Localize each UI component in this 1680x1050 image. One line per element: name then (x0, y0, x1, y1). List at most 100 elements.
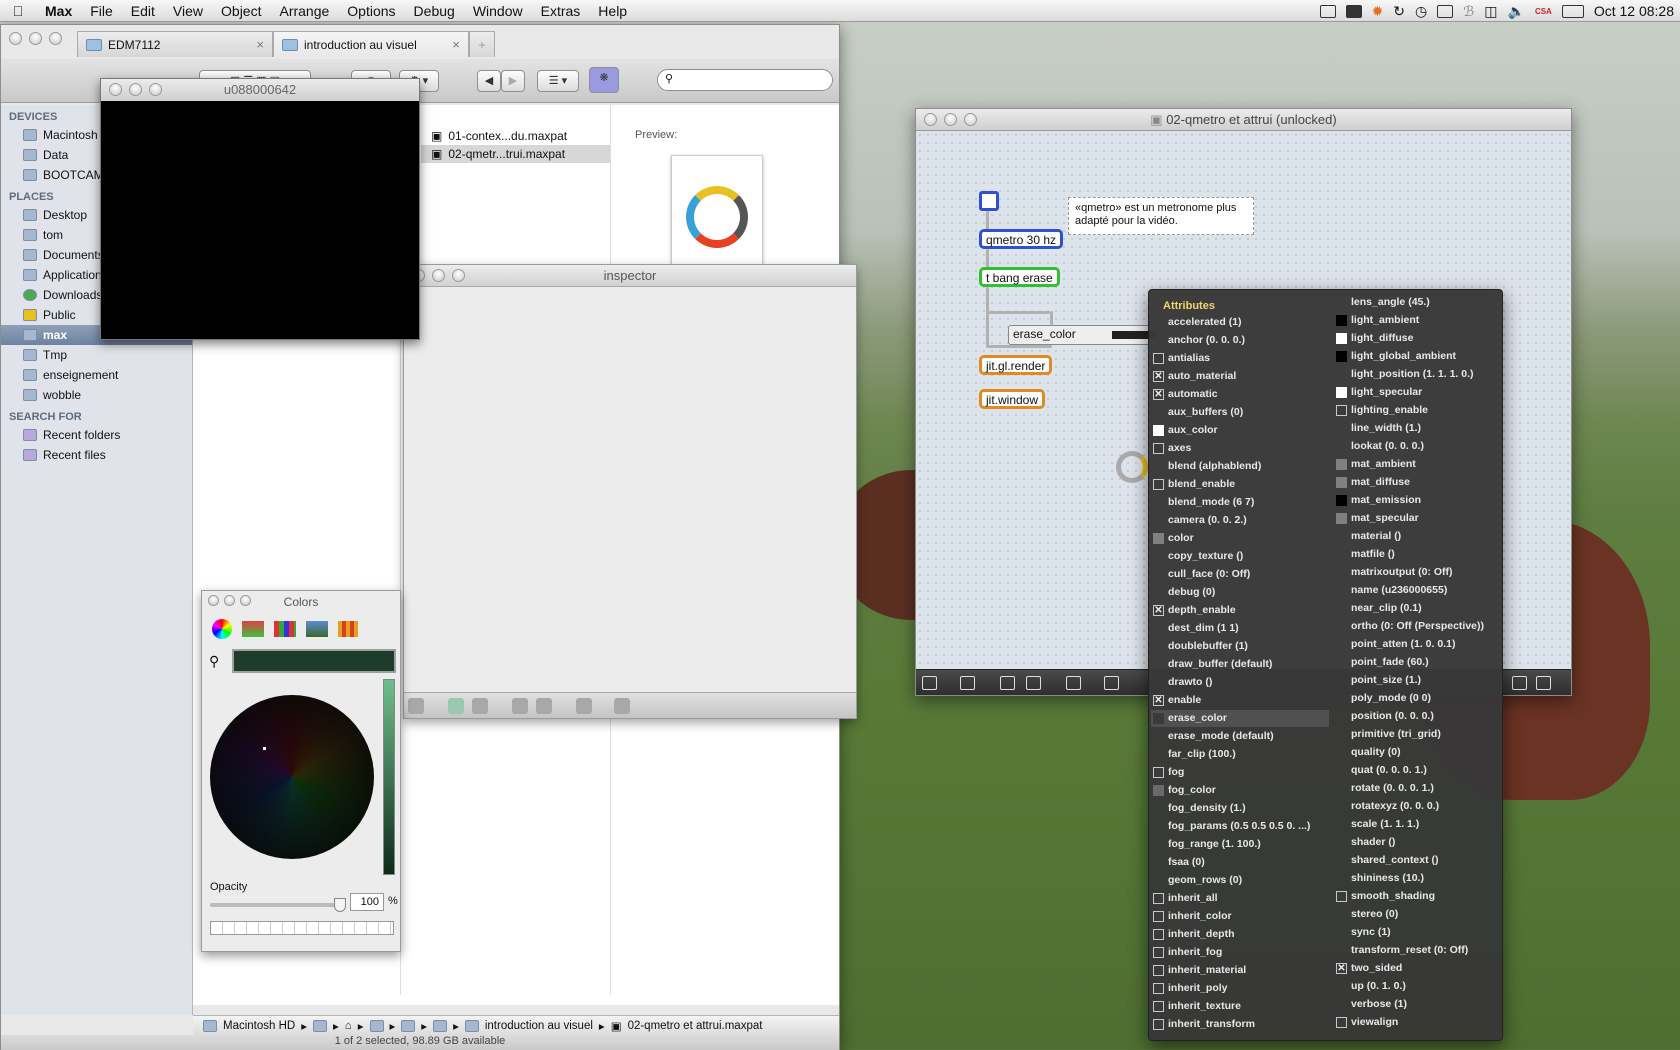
menu-app[interactable]: Max (36, 0, 81, 22)
home-icon[interactable]: ⌂ (345, 1020, 352, 1032)
attribute-menu-item[interactable]: position (0. 0. 0.) (1334, 708, 1512, 725)
zoom-button[interactable] (240, 595, 251, 606)
attribute-menu-item[interactable]: cull_face (0: Off) (1151, 566, 1329, 583)
attribute-menu-item[interactable]: blend (alphablend) (1151, 458, 1329, 475)
left-panel-icon[interactable] (1512, 676, 1527, 690)
opacity-slider-knob[interactable] (334, 898, 346, 912)
attribute-menu-item[interactable]: ✕ automatic (1151, 386, 1329, 403)
toggle-object[interactable] (979, 191, 999, 211)
patch-cord[interactable] (986, 287, 989, 347)
close-button[interactable] (208, 595, 219, 606)
attribute-menu-item[interactable]: camera (0. 0. 2.) (1151, 512, 1329, 529)
attribute-menu-item[interactable]: ✕ depth_enable (1151, 602, 1329, 619)
attribute-menu-item[interactable]: scale (1. 1. 1.) (1334, 816, 1512, 833)
close-button[interactable] (109, 83, 122, 96)
attribute-menu-item[interactable]: shader () (1334, 834, 1512, 851)
attribute-menu-item[interactable]: quality (0) (1334, 744, 1512, 761)
volume-icon[interactable]: 🔈 (1508, 3, 1525, 20)
attribute-menu-item[interactable]: point_fade (60.) (1334, 654, 1512, 671)
new-tab-button[interactable]: + (469, 31, 495, 57)
menu-help[interactable]: Help (589, 0, 636, 22)
patch-cord[interactable] (986, 211, 989, 231)
attribute-menu-item[interactable]: light_ambient (1334, 312, 1512, 329)
gear-icon[interactable] (408, 698, 424, 714)
attribute-menu-item[interactable]: ✕ enable (1151, 692, 1329, 709)
close-button[interactable] (924, 113, 937, 126)
checkbox-icon[interactable] (1153, 767, 1164, 778)
attribute-menu-item[interactable]: smooth_shading (1334, 888, 1512, 905)
canada-flag-icon[interactable]: CSA (1535, 7, 1552, 16)
color-swatch-icon[interactable] (1153, 425, 1164, 436)
current-color-well[interactable] (232, 649, 396, 673)
attribute-menu-item[interactable]: far_clip (100.) (1151, 746, 1329, 763)
arrange-button[interactable]: ☰ ▾ (537, 70, 579, 92)
close-button[interactable] (9, 32, 22, 45)
minimize-button[interactable] (944, 113, 957, 126)
checkbox-icon[interactable] (1153, 983, 1164, 994)
color-swatch-icon[interactable] (1336, 459, 1347, 470)
color-swatch-icon[interactable] (1336, 351, 1347, 362)
menu-file[interactable]: File (81, 0, 122, 22)
sun-status-icon[interactable]: ✹ (1372, 3, 1384, 20)
attribute-menu-item[interactable]: blend_enable (1151, 476, 1329, 493)
attribute-menu-item[interactable]: point_size (1.) (1334, 672, 1512, 689)
arrow-left-icon[interactable] (614, 698, 630, 714)
attribute-menu-item[interactable]: viewalign (1334, 1014, 1512, 1031)
path-item[interactable]: 02-qmetro et attrui.maxpat (628, 1020, 763, 1032)
window-title-bar[interactable]: u088000642 (101, 79, 419, 101)
attribute-menu-item[interactable]: blend_mode (6 7) (1151, 494, 1329, 511)
attribute-menu-item[interactable]: shininess (10.) (1334, 870, 1512, 887)
minimize-button[interactable] (224, 595, 235, 606)
menu-object[interactable]: Object (212, 0, 270, 22)
attribute-menu-item[interactable]: poly_mode (0 0) (1334, 690, 1512, 707)
patch-cord[interactable] (986, 249, 989, 269)
attribute-menu-item[interactable]: light_diffuse (1334, 330, 1512, 347)
battery-icon[interactable] (1561, 4, 1584, 18)
image-palettes-mode-icon[interactable] (306, 621, 328, 637)
attribute-menu-item[interactable]: light_global_ambient (1334, 348, 1512, 365)
file-row[interactable]: ▣ 02-qmetr...trui.maxpat (421, 145, 610, 163)
folder-icon[interactable] (369, 1019, 384, 1032)
path-item[interactable]: Macintosh HD (223, 1020, 295, 1032)
minimize-button[interactable] (129, 83, 142, 96)
attribute-menu-item[interactable]: antialias (1151, 350, 1329, 367)
max-folder-button[interactable]: ❋ (589, 67, 619, 93)
checkbox-icon[interactable] (1153, 893, 1164, 904)
sync-status-icon[interactable]: ↻ (1393, 3, 1405, 20)
menu-arrange[interactable]: Arrange (270, 0, 338, 22)
checkbox-checked-icon[interactable]: ✕ (1153, 695, 1164, 706)
zoom-button[interactable] (149, 83, 162, 96)
window-status-icon[interactable] (1319, 4, 1336, 18)
attribute-menu-item[interactable]: transform_reset (0: Off) (1334, 942, 1512, 959)
color-swatch-icon[interactable] (1336, 333, 1347, 344)
debug-icon[interactable] (1066, 676, 1081, 690)
search-field[interactable]: ⚲ (657, 69, 833, 91)
attribute-menu-item[interactable]: inherit_fog (1151, 944, 1329, 961)
attribute-menu-item[interactable]: fog (1151, 764, 1329, 781)
color-wheel[interactable] (210, 695, 374, 859)
close-tab-icon[interactable]: × (452, 37, 460, 52)
attribute-menu-item[interactable]: copy_texture () (1151, 548, 1329, 565)
checkbox-icon[interactable] (1153, 911, 1164, 922)
checkbox-icon[interactable] (1336, 1017, 1347, 1028)
attribute-menu-item[interactable]: inherit_transform (1151, 1016, 1329, 1033)
attribute-menu-item[interactable]: fog_params (0.5 0.5 0.5 0. ...) (1151, 818, 1329, 835)
attribute-menu-item[interactable]: sync (1) (1334, 924, 1512, 941)
attribute-menu-item[interactable]: matfile () (1334, 546, 1512, 563)
attribute-menu-item[interactable]: fog_density (1.) (1151, 800, 1329, 817)
checkbox-checked-icon[interactable]: ✕ (1153, 371, 1164, 382)
path-item[interactable]: introduction au visuel (485, 1020, 593, 1032)
brightness-slider[interactable] (383, 679, 395, 875)
patch-cord[interactable] (1050, 311, 1053, 325)
attribute-menu-item[interactable]: mat_emission (1334, 492, 1512, 509)
presentation-icon[interactable] (960, 676, 975, 690)
opacity-slider[interactable] (210, 898, 346, 912)
folder-status-icon[interactable] (1345, 4, 1362, 18)
grid-icon[interactable] (1000, 676, 1015, 690)
sidebar-item-recent-files[interactable]: Recent files (1, 445, 192, 465)
attribute-menu-item[interactable]: geom_rows (0) (1151, 872, 1329, 889)
tab-edm7112[interactable]: EDM7112 × (77, 31, 273, 57)
attribute-menu-item[interactable]: point_atten (1. 0. 0.1) (1334, 636, 1512, 653)
checkbox-icon[interactable] (1153, 947, 1164, 958)
search-for-header[interactable]: SEARCH FOR (1, 405, 192, 425)
